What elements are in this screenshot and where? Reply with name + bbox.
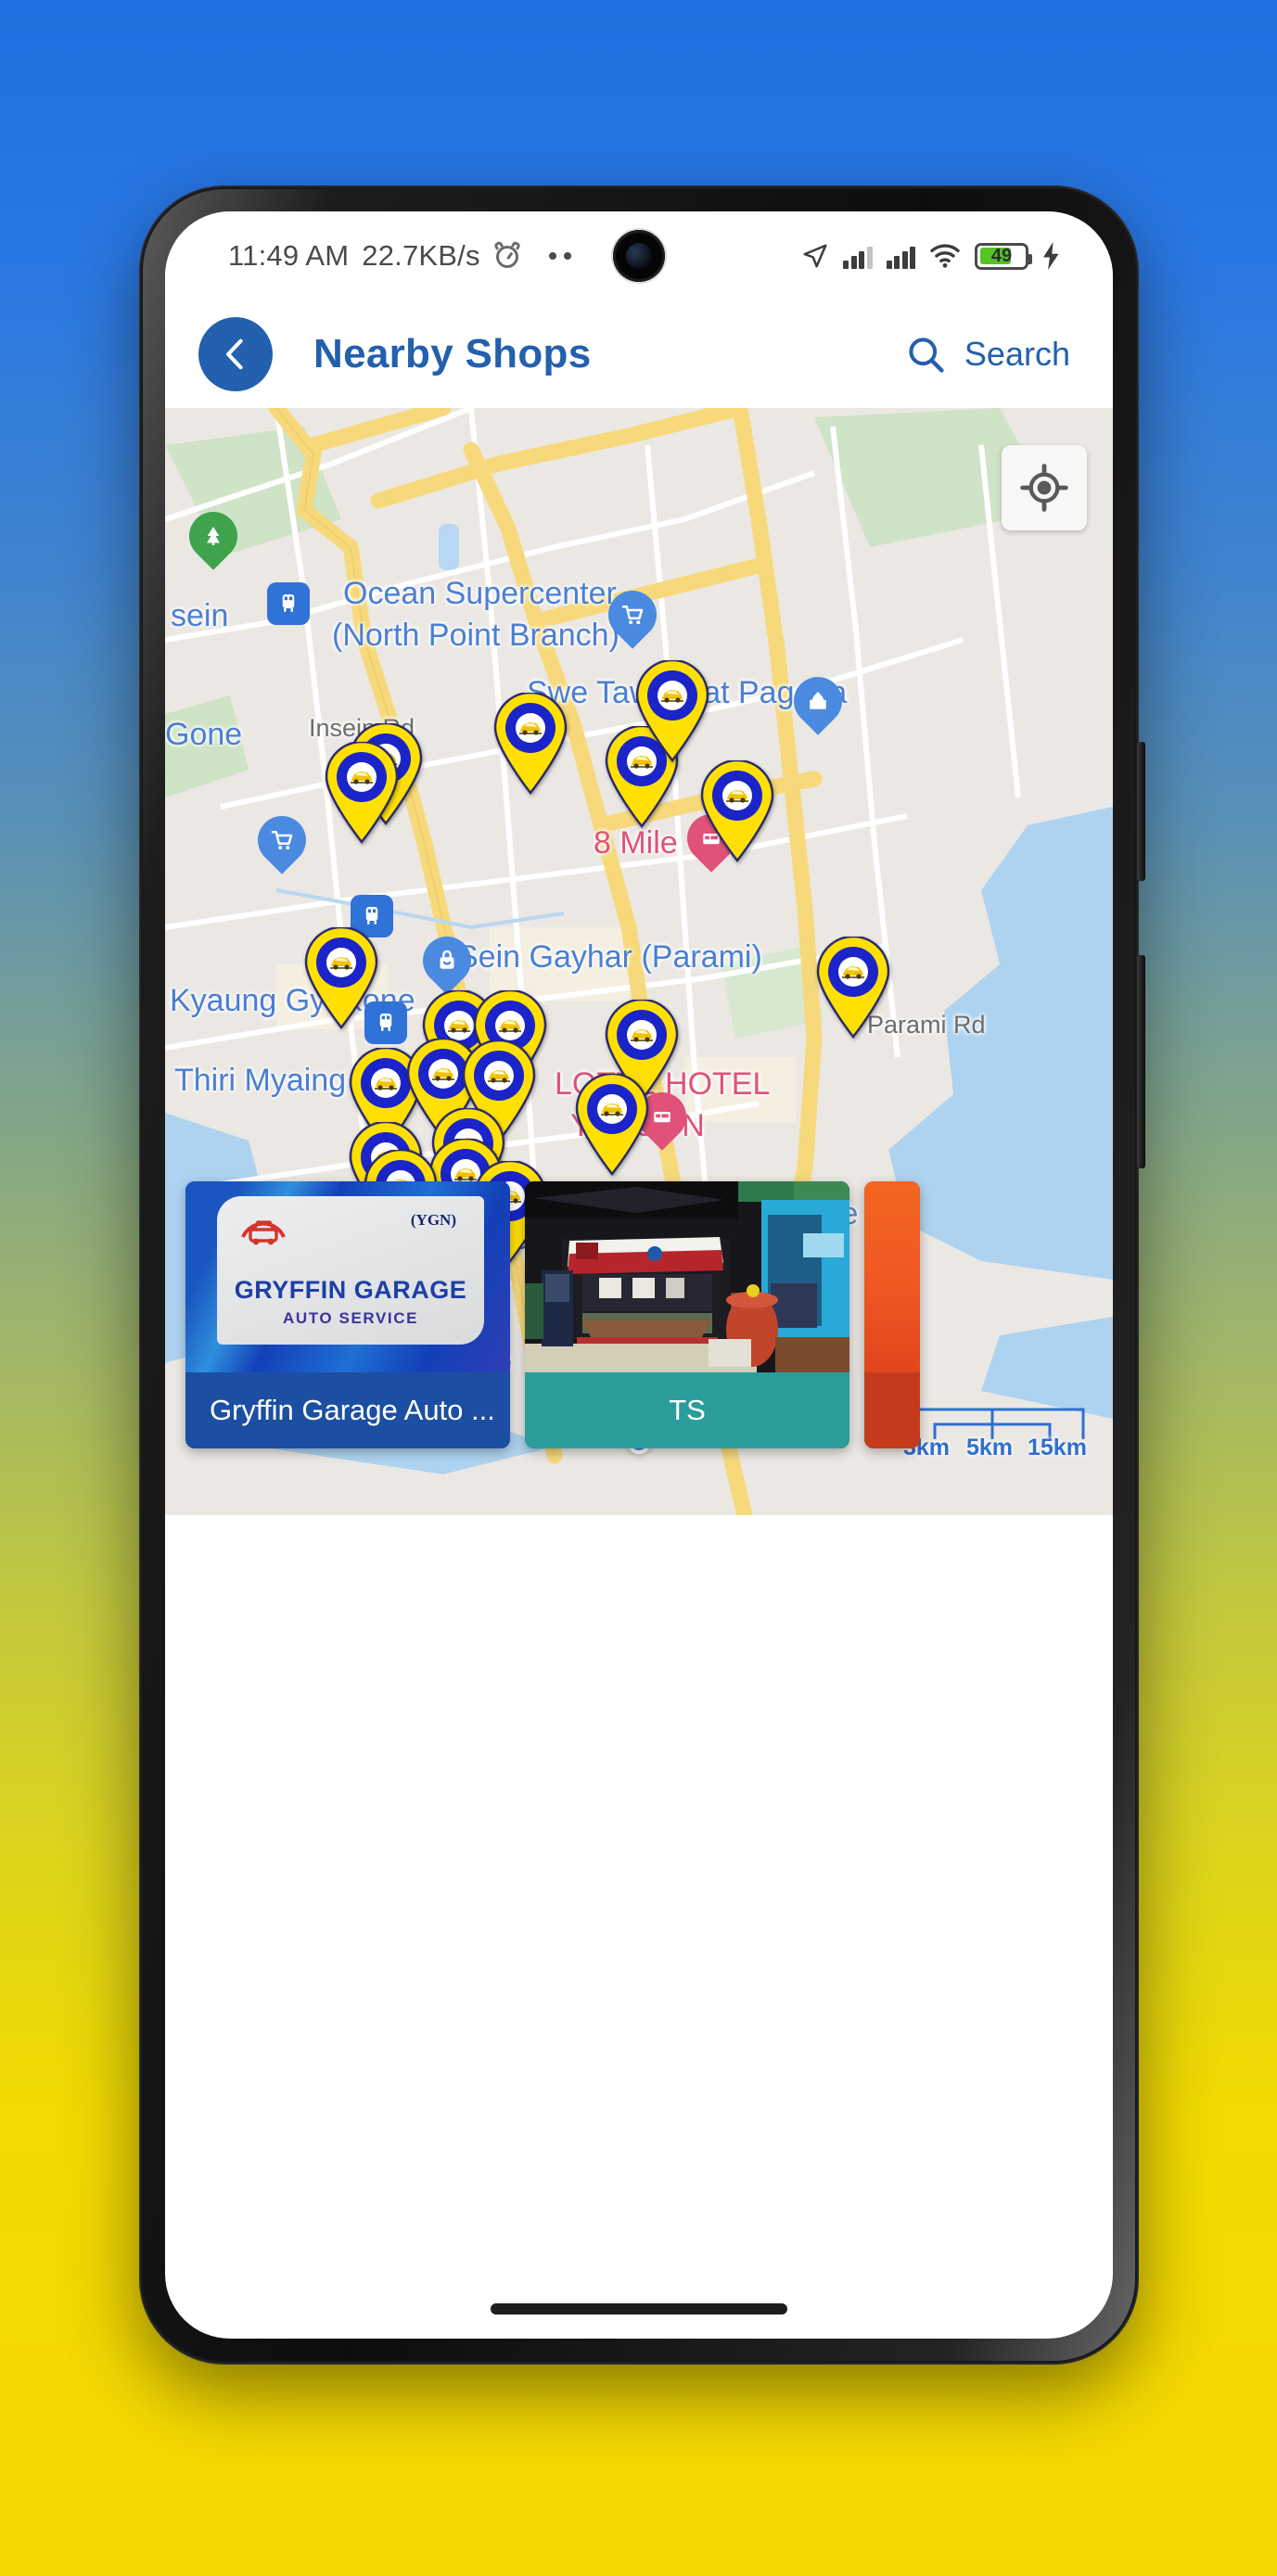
shop-cards-carousel[interactable]: (YGN) GRYFFIN GARAGE AUTO SERVICE Gryffi…	[165, 1181, 1113, 1448]
charging-bolt-icon	[1043, 242, 1059, 270]
park-icon	[207, 527, 220, 545]
shop-card-brand-sub: AUTO SERVICE	[282, 1309, 419, 1327]
notification-dots-icon	[548, 252, 571, 260]
train-station-icon	[365, 907, 378, 925]
shop-marker[interactable]	[492, 691, 569, 796]
status-clock: 11:49 AM	[228, 239, 350, 272]
chevron-left-icon	[226, 338, 243, 370]
gesture-navigation-bar[interactable]	[491, 2303, 787, 2315]
status-bar: 11:49 AM 22.7KB/s 49	[165, 211, 1113, 300]
shop-marker[interactable]	[573, 1072, 651, 1177]
shop-card-brand: GRYFFIN GARAGE	[234, 1276, 467, 1304]
train-station-icon[interactable]	[267, 582, 310, 625]
store-icon	[440, 950, 454, 969]
hotel-icon	[654, 1112, 670, 1123]
shop-card-title: TS	[525, 1372, 849, 1448]
app-header: Nearby Shops Search	[165, 300, 1113, 408]
shopping-cart-icon	[271, 831, 293, 850]
search-icon	[909, 338, 944, 373]
shop-marker[interactable]	[302, 925, 380, 1030]
shop-card-title	[864, 1372, 920, 1448]
shop-card-image	[864, 1181, 920, 1372]
wifi-icon	[930, 244, 960, 268]
my-location-button[interactable]	[1002, 445, 1087, 530]
garage-workshop-photo	[525, 1181, 849, 1372]
train-station-icon	[282, 594, 295, 612]
shop-card-title: Gryffin Garage Auto ...	[185, 1372, 510, 1448]
network-speed: 22.7KB/s	[362, 239, 480, 272]
phone-device-frame: 11:49 AM 22.7KB/s 49 Nearby Shops Search…	[139, 185, 1145, 2365]
shop-card[interactable]: TS	[525, 1181, 849, 1448]
shopping-cart-icon	[621, 606, 644, 625]
location-arrow-icon	[803, 244, 827, 268]
power-button[interactable]	[1137, 742, 1145, 881]
car-repair-icon	[241, 1220, 286, 1245]
shop-marker[interactable]	[698, 759, 776, 863]
shop-marker[interactable]	[323, 740, 401, 845]
shop-marker[interactable]	[814, 935, 892, 1039]
cellular-signal-icon	[886, 243, 915, 269]
back-button[interactable]	[198, 317, 273, 391]
mosque-icon	[810, 692, 826, 709]
shop-card[interactable]: (YGN) GRYFFIN GARAGE AUTO SERVICE Gryffi…	[185, 1181, 510, 1448]
status-bar-right: 49	[801, 242, 1061, 270]
shop-card-image	[525, 1181, 849, 1372]
search-label: Search	[964, 335, 1070, 373]
shop-card-region: (YGN)	[410, 1211, 456, 1229]
phone-screen: 11:49 AM 22.7KB/s 49 Nearby Shops Search…	[165, 211, 1113, 2339]
search-button[interactable]: Search	[905, 334, 1070, 375]
shop-card[interactable]	[864, 1181, 920, 1448]
battery-icon: 49	[975, 242, 1032, 270]
shop-card-image: (YGN) GRYFFIN GARAGE AUTO SERVICE	[185, 1181, 510, 1372]
battery-percent: 49	[990, 245, 1013, 266]
front-camera-punch-hole	[613, 230, 665, 282]
page-title: Nearby Shops	[313, 331, 592, 376]
shop-marker[interactable]	[633, 658, 711, 763]
cellular-signal-icon	[843, 243, 873, 269]
volume-button[interactable]	[1137, 955, 1145, 1168]
my-location-icon	[1020, 464, 1068, 512]
status-bar-left: 11:49 AM 22.7KB/s	[228, 239, 571, 273]
alarm-clock-icon	[492, 240, 521, 270]
map-view[interactable]: sein Gone Ocean Supercenter (North Point Br…	[165, 408, 1113, 1515]
